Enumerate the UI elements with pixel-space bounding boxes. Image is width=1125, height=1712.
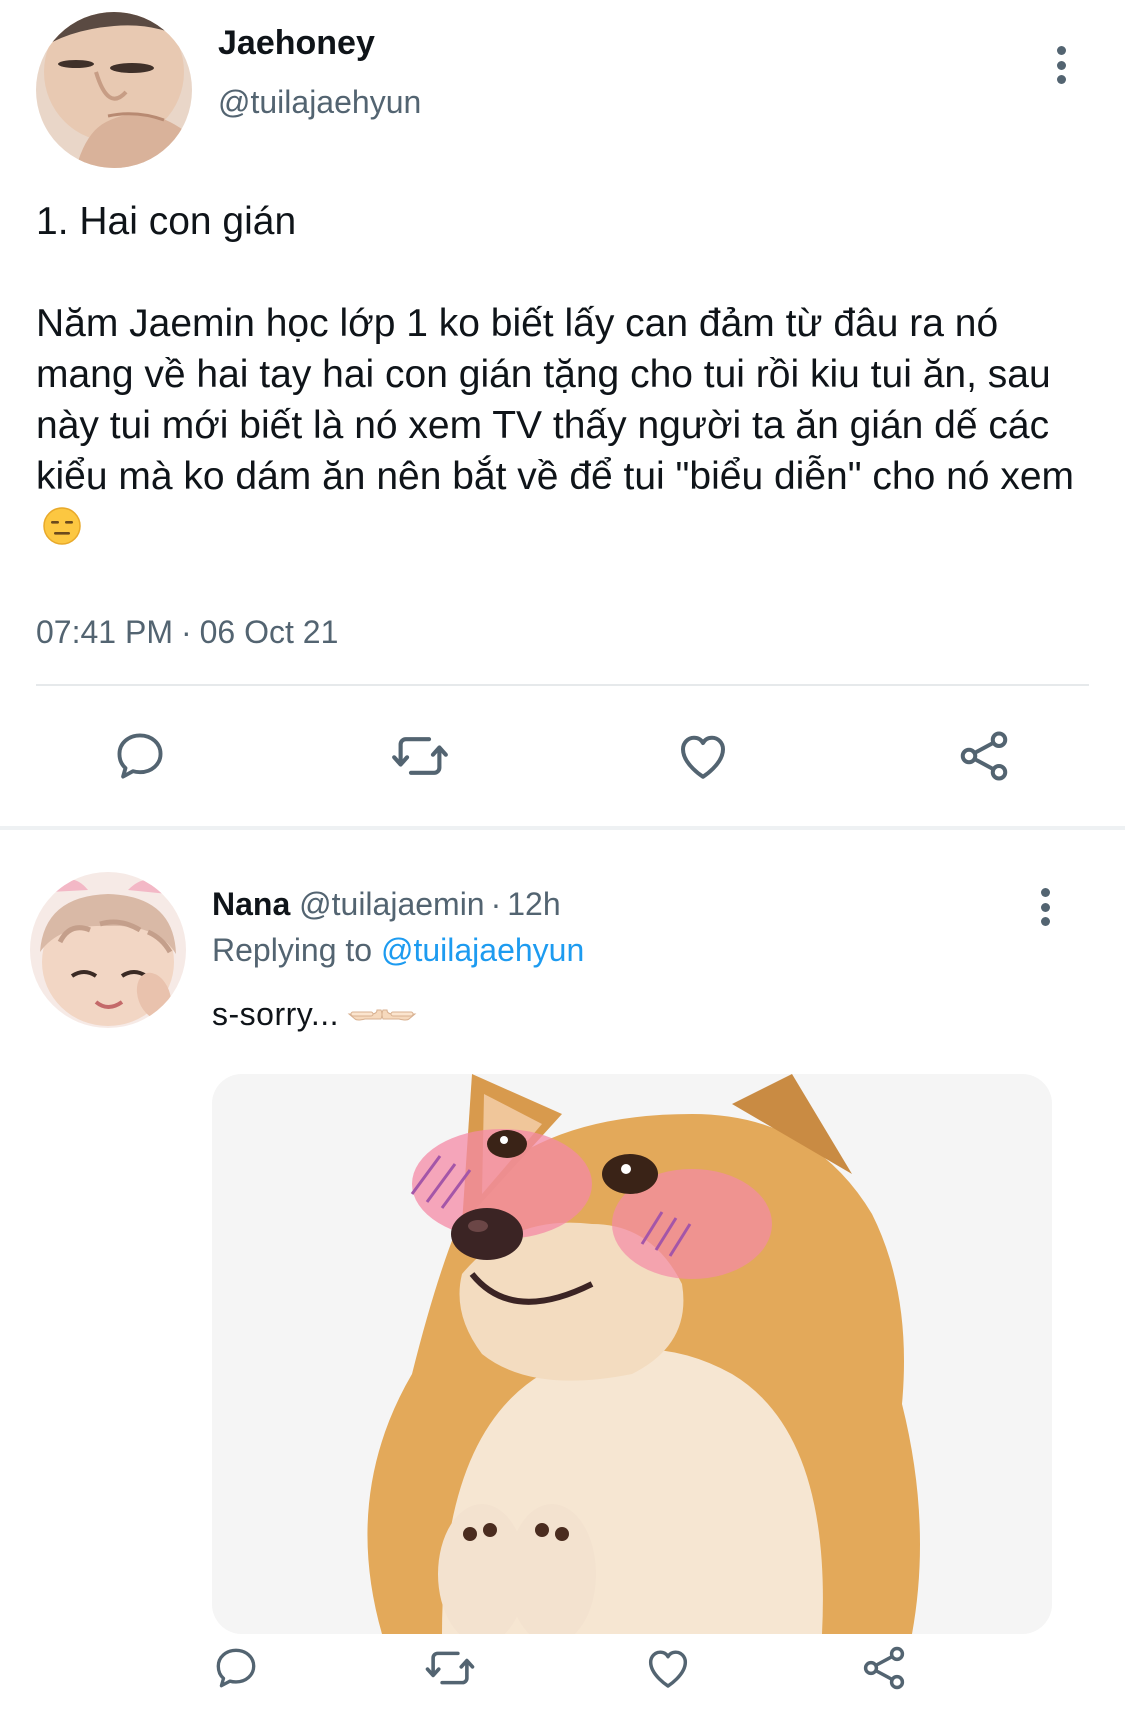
reply-avatar[interactable] (30, 872, 186, 1028)
reply-more-options-icon[interactable] (1030, 882, 1060, 932)
reply-icon (117, 733, 163, 779)
reply-header: Nana @tuilajaemin · 12h (212, 886, 561, 923)
like-button[interactable] (669, 722, 737, 790)
reply-icon (216, 1648, 256, 1688)
tweet-action-bar (0, 722, 1125, 790)
reply-action-bar (0, 1636, 1125, 1702)
doge-meme-image (212, 1074, 1052, 1634)
tweet-paragraph-text: Năm Jaemin học lớp 1 ko biết lấy can đảm… (36, 302, 1074, 498)
tweet-text: 1. Hai con gián Năm Jaemin học lớp 1 ko … (36, 196, 1096, 553)
retweet-button[interactable] (386, 722, 454, 790)
retweet-icon (425, 1651, 475, 1685)
more-dot (1040, 902, 1050, 912)
more-dot (1040, 888, 1050, 897)
retweet-icon (392, 737, 448, 775)
reply-reply-button[interactable] (202, 1634, 270, 1702)
reply-separator: · (490, 886, 502, 922)
user-handle[interactable]: @tuilajaehyun (218, 84, 421, 121)
more-dot (1056, 75, 1066, 84)
like-icon (648, 1650, 688, 1688)
more-dot (1056, 60, 1066, 70)
reply-like-button[interactable] (634, 1634, 702, 1702)
reply-share-button[interactable] (850, 1634, 918, 1702)
share-button[interactable] (950, 722, 1018, 790)
more-dot (1056, 46, 1066, 55)
avatar[interactable] (36, 12, 192, 168)
more-dot (1040, 917, 1050, 926)
tweet-media-image[interactable] (212, 1074, 1052, 1634)
tweet-time: 07:41 PM (36, 614, 173, 650)
like-icon (681, 735, 725, 779)
display-name[interactable]: Jaehoney (218, 24, 375, 63)
reply-age[interactable]: 12h (507, 886, 560, 922)
reply-avatar-image (30, 872, 186, 1028)
reply-user-handle[interactable]: @tuilajaemin (299, 886, 484, 922)
replying-to-handle[interactable]: @tuilajaehyun (381, 932, 584, 968)
avatar-image (36, 12, 192, 168)
reply-tweet: Nana @tuilajaemin · 12h Replying to @tuila… (0, 830, 1125, 1712)
share-icon (863, 1646, 905, 1690)
divider (36, 684, 1089, 686)
reply-text-content: s-sorry... (212, 996, 340, 1032)
main-tweet: Jaehoney @tuilajaehyun 1. Hai con gián N… (0, 0, 1125, 828)
tweet-heading: 1. Hai con gián (36, 200, 297, 243)
replying-to: Replying to @tuilajaehyun (212, 932, 584, 969)
reply-retweet-button[interactable] (416, 1634, 484, 1702)
tweet-paragraph: Năm Jaemin học lớp 1 ko biết lấy can đảm… (36, 298, 1096, 553)
pointing-fingers-emoji (347, 1009, 417, 1021)
share-icon (960, 731, 1008, 781)
more-options-icon[interactable] (1046, 40, 1076, 90)
replying-to-label: Replying to (212, 932, 373, 968)
reply-text: s-sorry... (212, 996, 417, 1033)
reply-button[interactable] (106, 722, 174, 790)
expressionless-face-emoji (43, 507, 81, 545)
timestamp-separator: · (180, 614, 192, 650)
tweet-timestamp[interactable]: 07:41 PM · 06 Oct 21 (36, 614, 338, 651)
tweet-date: 06 Oct 21 (199, 614, 339, 650)
reply-display-name[interactable]: Nana (212, 886, 290, 922)
